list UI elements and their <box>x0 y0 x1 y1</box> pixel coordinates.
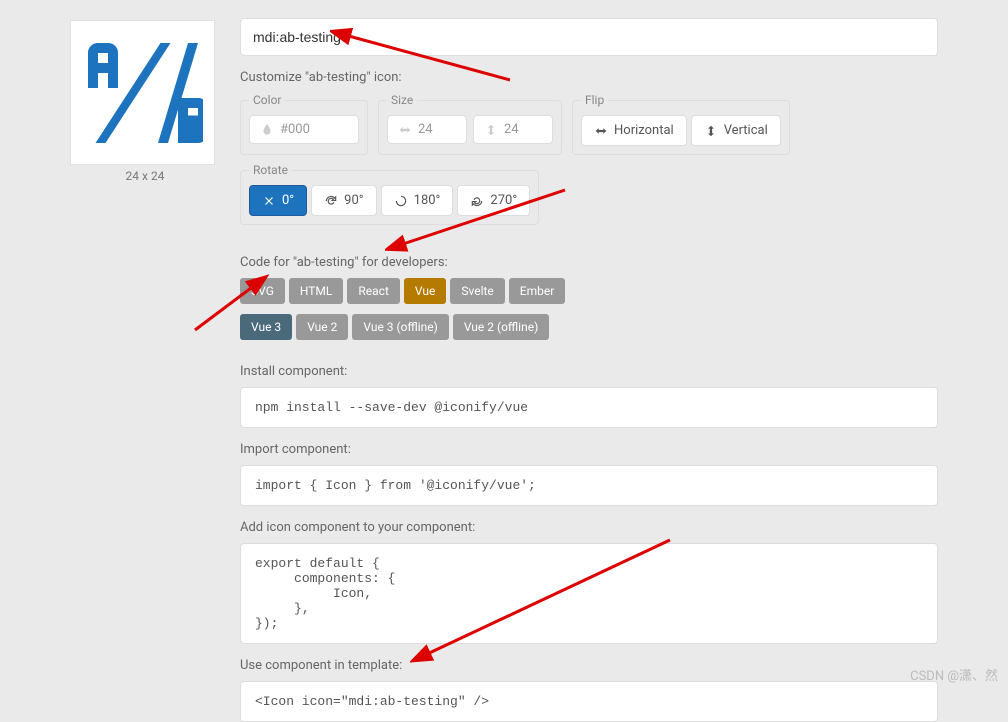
rotate-icon <box>262 194 276 208</box>
rotate-legend: Rotate <box>249 163 292 177</box>
size-fieldset: Size 24 24 <box>378 93 562 155</box>
tab-vue-3[interactable]: Vue 3 <box>240 314 292 340</box>
customize-label: Customize "ab-testing" icon: <box>240 70 938 85</box>
droplet-icon <box>260 123 274 137</box>
use-code[interactable]: <Icon icon="mdi:ab-testing" /> <box>240 681 938 722</box>
height-input[interactable]: 24 <box>473 115 553 144</box>
install-code[interactable]: npm install --save-dev @iconify/vue <box>240 387 938 428</box>
color-input[interactable]: #000 <box>249 115 359 144</box>
add-code[interactable]: export default { components: { Icon, }, … <box>240 543 938 644</box>
flip-horizontal-button[interactable]: Horizontal <box>581 115 687 146</box>
tab-html[interactable]: HTML <box>289 278 344 304</box>
icon-preview <box>70 20 215 165</box>
tab-react[interactable]: React <box>347 278 400 304</box>
rotate-fieldset: Rotate 0°90°180°270° <box>240 163 539 225</box>
rotate-270-button[interactable]: 270° <box>457 185 530 216</box>
flip-legend: Flip <box>581 93 608 107</box>
icon-dimensions: 24 x 24 <box>70 169 220 183</box>
add-label: Add icon component to your component: <box>240 520 938 535</box>
rotate-icon <box>324 194 338 208</box>
install-label: Install component: <box>240 364 938 379</box>
import-code[interactable]: import { Icon } from '@iconify/vue'; <box>240 465 938 506</box>
rotate-icon <box>470 194 484 208</box>
color-fieldset: Color #000 <box>240 93 368 155</box>
arrows-horizontal-icon <box>398 123 412 137</box>
import-label: Import component: <box>240 442 938 457</box>
rotate-icon <box>394 194 408 208</box>
flip-fieldset: Flip Horizontal Vertical <box>572 93 790 155</box>
code-label: Code for "ab-testing" for developers: <box>240 255 938 270</box>
width-input[interactable]: 24 <box>387 115 467 144</box>
rotate-90-button[interactable]: 90° <box>311 185 376 216</box>
tab-ember[interactable]: Ember <box>509 278 566 304</box>
tab-vue[interactable]: Vue <box>404 278 446 304</box>
tab-svelte[interactable]: Svelte <box>450 278 504 304</box>
tab-svg[interactable]: SVG <box>240 278 285 304</box>
tab-vue-2-offline-[interactable]: Vue 2 (offline) <box>453 314 549 340</box>
rotate-0-button[interactable]: 0° <box>249 185 307 216</box>
flip-vertical-button[interactable]: Vertical <box>691 115 781 146</box>
icon-name-input[interactable] <box>240 18 938 56</box>
tab-vue-3-offline-[interactable]: Vue 3 (offline) <box>352 314 448 340</box>
use-label: Use component in template: <box>240 658 938 673</box>
flip-horizontal-icon <box>594 124 608 138</box>
arrows-vertical-icon <box>484 123 498 137</box>
ab-testing-icon <box>83 33 203 153</box>
rotate-180-button[interactable]: 180° <box>381 185 454 216</box>
watermark: CSDN @潇、然 <box>910 665 998 684</box>
flip-vertical-icon <box>704 124 718 138</box>
color-legend: Color <box>249 93 285 107</box>
size-legend: Size <box>387 93 417 107</box>
tab-vue-2[interactable]: Vue 2 <box>296 314 348 340</box>
